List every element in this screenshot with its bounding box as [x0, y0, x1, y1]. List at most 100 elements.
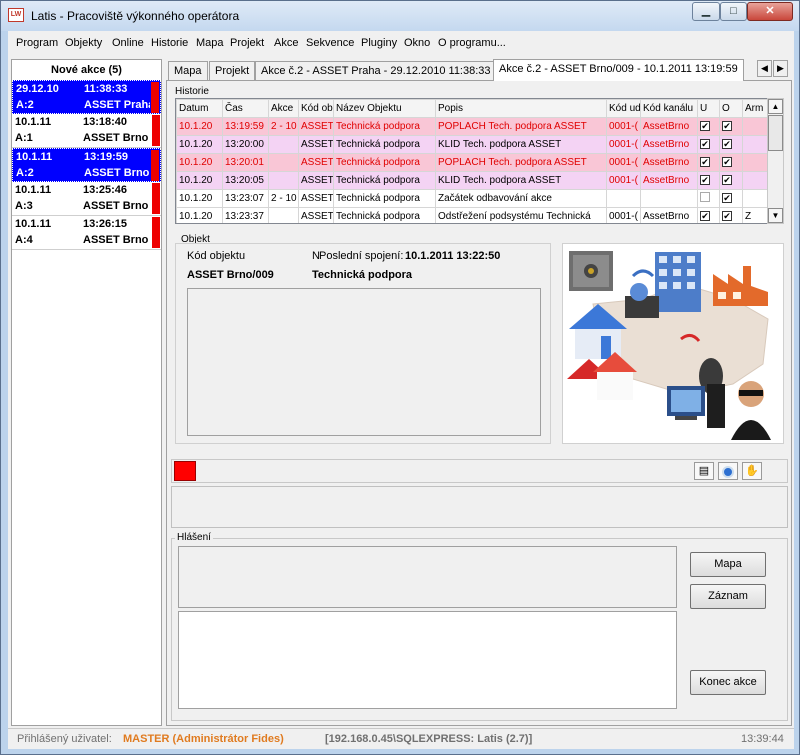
report-label: Hlášení — [175, 532, 213, 543]
cell-akce: 2 - 10 — [268, 117, 299, 136]
history-row[interactable]: 10.1.20 13:20:01 ASSET Technická podpora POP… — [176, 153, 767, 172]
alarm-status-indicator — [174, 461, 196, 481]
cell-arm — [742, 189, 767, 208]
action-time: 13:18:40 — [83, 116, 128, 128]
tab-scroll-left[interactable]: ◀ — [757, 60, 772, 77]
action-date: 10.1.11 — [16, 151, 53, 163]
history-row[interactable]: 10.1.20 13:20:00 ASSET Technická podpora KLI… — [176, 135, 767, 154]
checkbox-o[interactable]: ✔ — [722, 211, 732, 221]
cell-datum: 10.1.20 — [176, 207, 223, 223]
object-notes-area — [187, 288, 541, 436]
cell-kodud: 0001-( — [606, 207, 641, 223]
cell-arm: Z — [742, 207, 767, 223]
col-o[interactable]: O — [719, 99, 743, 118]
col-nazev-objektu[interactable]: Název Objektu — [333, 99, 436, 118]
checkbox-o[interactable]: ✔ — [722, 121, 732, 131]
record-icon[interactable] — [718, 462, 738, 480]
cell-akce — [268, 171, 299, 190]
map-button[interactable]: Mapa — [690, 552, 766, 577]
office-building-icon — [655, 252, 701, 312]
cell-akce — [268, 207, 299, 223]
checkbox-o[interactable]: ✔ — [722, 193, 732, 203]
checkbox-u[interactable] — [700, 192, 710, 202]
menu-okno[interactable]: Okno — [404, 37, 430, 49]
scroll-down-icon[interactable]: ▼ — [768, 208, 783, 223]
menu-program[interactable]: Program — [16, 37, 58, 49]
action-object: ASSET Brno — [83, 200, 149, 212]
user-label: Přihlášený uživatel: — [17, 733, 112, 745]
tab-mapa[interactable]: Mapa — [168, 61, 208, 81]
cell-kanal: AssetBrno — [640, 135, 698, 154]
cell-cas: 13:19:59 — [222, 117, 269, 136]
checkbox-u[interactable]: ✔ — [700, 157, 710, 167]
app-icon: LW — [8, 8, 24, 22]
tab-akce-praha[interactable]: Akce č.2 - ASSET Praha - 29.12.2010 11:3… — [255, 61, 497, 81]
col-u[interactable]: U — [697, 99, 720, 118]
cell-nazev: Technická podpora — [333, 207, 436, 223]
checkbox-o[interactable]: ✔ — [722, 139, 732, 149]
history-row[interactable]: 10.1.20 13:23:37 ASSET Technická podpora Ods… — [176, 207, 767, 223]
action-date: 29.12.10 — [16, 83, 59, 95]
minimize-button[interactable]: ▁ — [692, 2, 720, 21]
handshake-icon[interactable]: ✋ — [742, 462, 762, 480]
history-row[interactable]: 10.1.20 13:20:05 ASSET Technická podpora KLI… — [176, 171, 767, 190]
action-time: 11:38:33 — [84, 83, 128, 95]
tab-scroll-right[interactable]: ▶ — [773, 60, 788, 77]
action-item-3[interactable]: 10.1.11 13:25:46 A:3 ASSET Brno — [12, 182, 161, 216]
action-item-0[interactable]: 29.12.10 11:38:33 A:2 ASSET Praha — [12, 80, 161, 114]
history-row[interactable]: 10.1.20 13:19:59 2 - 10 ASSET Technická podp… — [176, 117, 767, 136]
cell-nazev: Technická podpora — [333, 117, 436, 136]
col-arm[interactable]: Arm — [742, 99, 767, 118]
menu-objekty[interactable]: Objekty — [65, 37, 102, 49]
cell-nazev: Technická podpora — [333, 135, 436, 154]
action-number: A:4 — [15, 234, 33, 246]
report-icon[interactable]: ▤ — [694, 462, 714, 480]
checkbox-u[interactable]: ✔ — [700, 121, 710, 131]
col-kod-kanalu[interactable]: Kód kanálu — [640, 99, 698, 118]
menu-online[interactable]: Online — [112, 37, 144, 49]
maximize-button[interactable]: □ — [720, 2, 747, 21]
history-row[interactable]: 10.1.20 13:23:07 2 - 10 ASSET Technická podp… — [176, 189, 767, 208]
checkbox-u[interactable]: ✔ — [700, 211, 710, 221]
col-akce[interactable]: Akce — [268, 99, 299, 118]
menu-sekvence[interactable]: Sekvence — [306, 37, 354, 49]
cell-nazev: Technická podpora — [333, 171, 436, 190]
checkbox-u[interactable]: ✔ — [700, 139, 710, 149]
cell-o: ✔ — [719, 135, 743, 154]
alarm-indicator — [151, 150, 159, 181]
cell-u — [697, 189, 720, 208]
scroll-thumb[interactable] — [768, 115, 783, 151]
history-scrollbar[interactable]: ▲ ▼ — [767, 98, 784, 224]
checkbox-o[interactable]: ✔ — [722, 157, 732, 167]
col-kod-objektu[interactable]: Kód ob — [298, 99, 334, 118]
scroll-up-icon[interactable]: ▲ — [768, 99, 783, 114]
history-header-row: Datum Čas Akce Kód ob Název Objektu Popi… — [176, 99, 767, 118]
col-datum[interactable]: Datum — [176, 99, 223, 118]
menu-projekt[interactable]: Projekt — [230, 37, 264, 49]
client-area: Program Objekty Online Historie Mapa Pro… — [8, 31, 794, 749]
cell-cas: 13:20:01 — [222, 153, 269, 172]
col-kod-ud[interactable]: Kód ud — [606, 99, 641, 118]
menu-mapa[interactable]: Mapa — [196, 37, 224, 49]
action-item-2[interactable]: 10.1.11 13:19:59 A:2 ASSET Brno — [12, 148, 161, 182]
record-button[interactable]: Záznam — [690, 584, 766, 609]
col-cas[interactable]: Čas — [222, 99, 269, 118]
report-input[interactable] — [178, 611, 677, 709]
checkbox-u[interactable]: ✔ — [700, 175, 710, 185]
action-number: A:1 — [15, 132, 33, 144]
history-table[interactable]: Datum Čas Akce Kód ob Název Objektu Popi… — [175, 98, 768, 224]
action-item-1[interactable]: 10.1.11 13:18:40 A:1 ASSET Brno — [12, 114, 161, 148]
menu-historie[interactable]: Historie — [151, 37, 188, 49]
end-action-button[interactable]: Konec akce — [690, 670, 766, 695]
tab-akce-brno[interactable]: Akce č.2 - ASSET Brno/009 - 10.1.2011 13… — [493, 59, 744, 81]
close-button[interactable]: ✕ — [747, 2, 793, 21]
menu-akce[interactable]: Akce — [274, 37, 298, 49]
menu-pluginy[interactable]: Pluginy — [361, 37, 397, 49]
checkbox-o[interactable]: ✔ — [722, 175, 732, 185]
col-popis[interactable]: Popis — [435, 99, 607, 118]
action-item-4[interactable]: 10.1.11 13:26:15 A:4 ASSET Brno — [12, 216, 161, 250]
menu-o-programu[interactable]: O programu... — [438, 37, 506, 49]
cell-u: ✔ — [697, 135, 720, 154]
tab-projekt[interactable]: Projekt — [209, 61, 256, 81]
title-bar: LW Latis - Pracoviště výkonného operátor… — [1, 1, 799, 31]
